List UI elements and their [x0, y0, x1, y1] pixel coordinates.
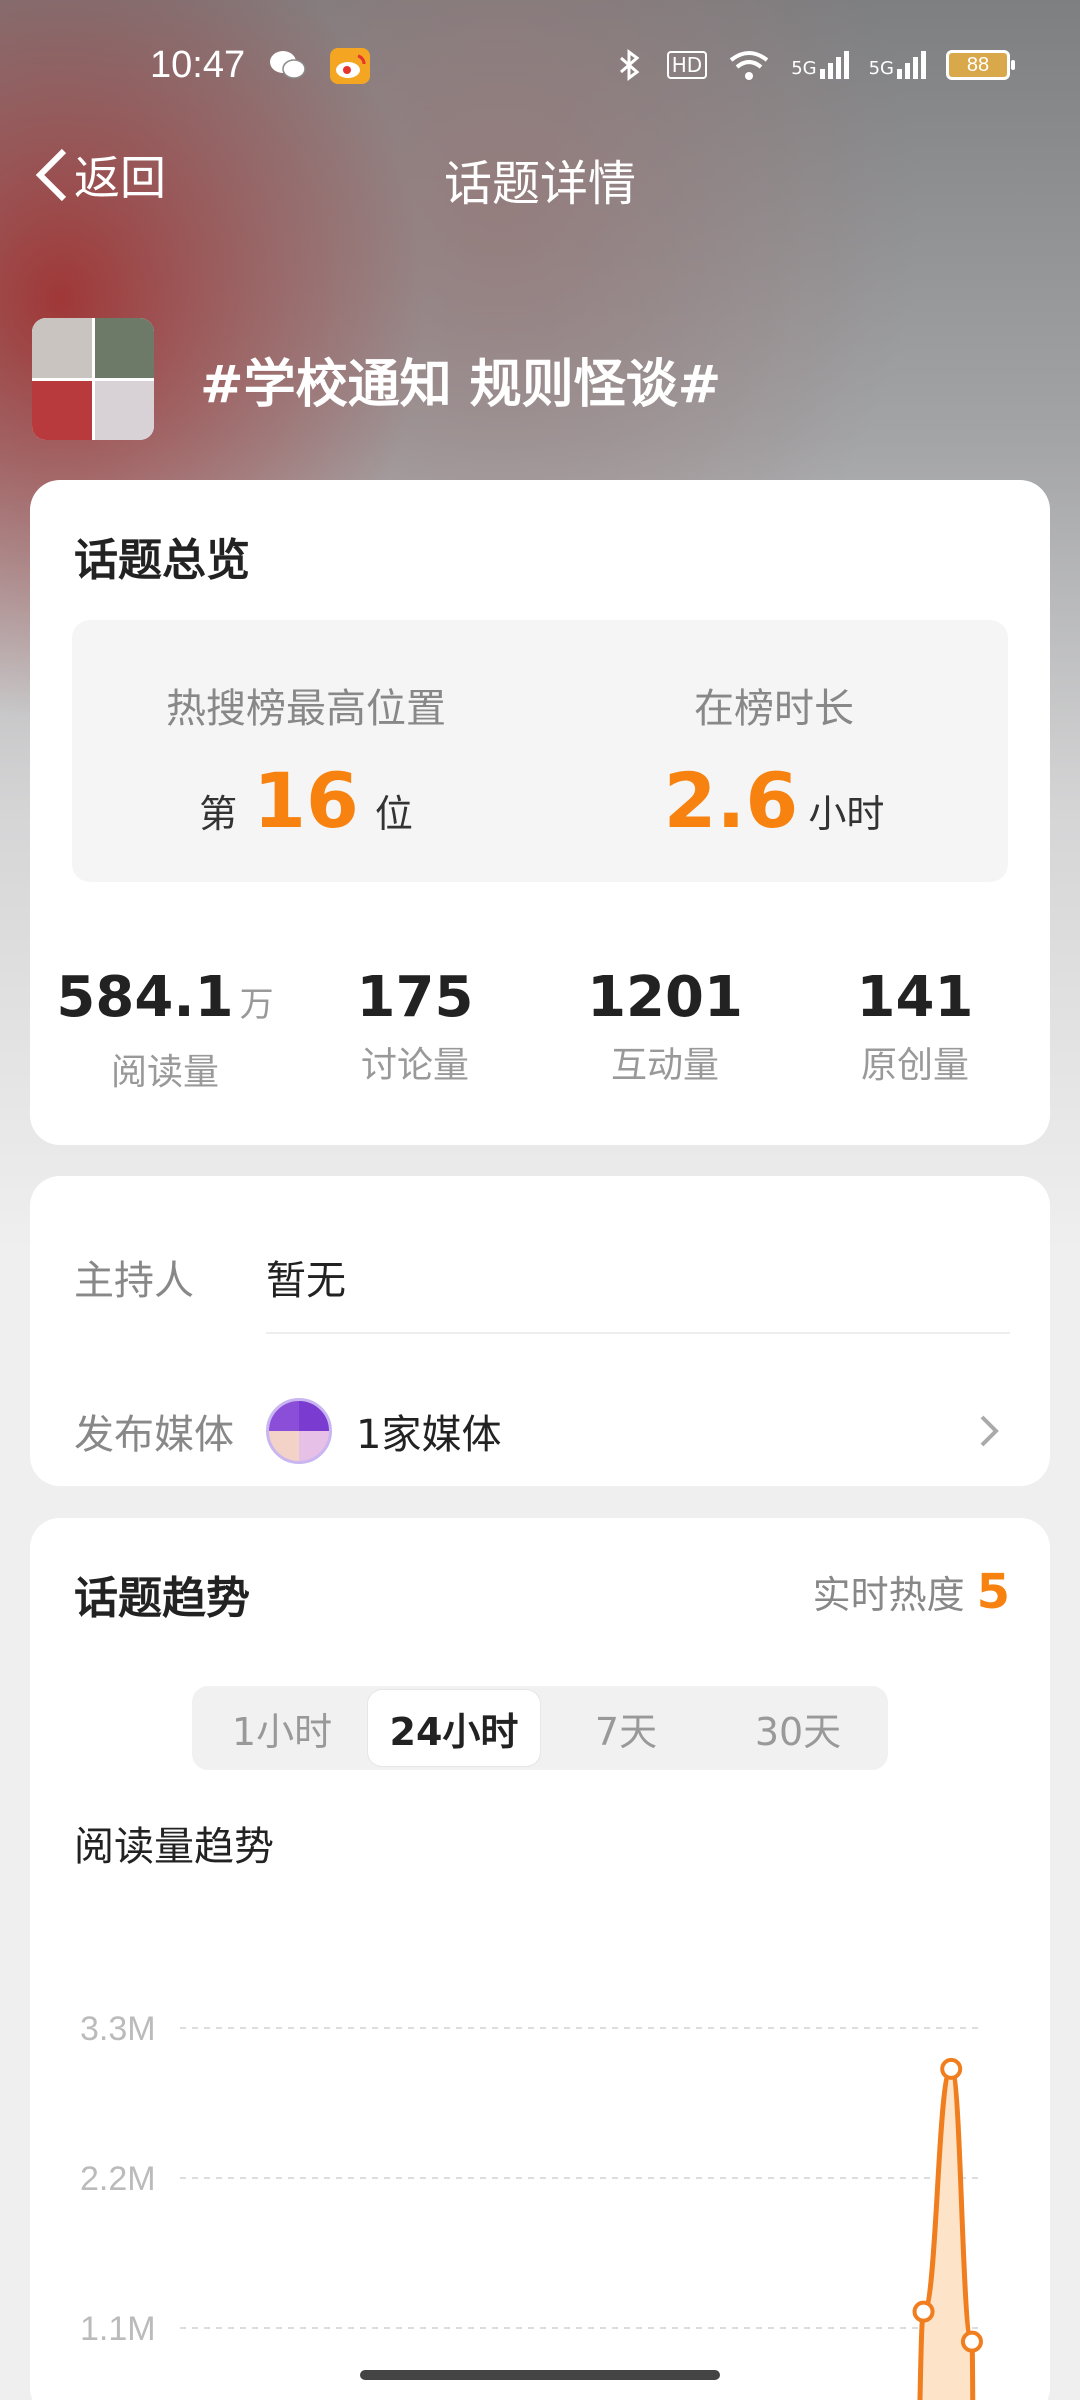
duration-column: 在榜时长 2.6 小时: [540, 620, 1008, 845]
overview-title: 话题总览: [74, 535, 250, 586]
y-tick-label: 3.3M: [80, 2010, 156, 2048]
home-indicator[interactable]: [360, 2370, 720, 2380]
trend-title: 话题趋势: [74, 1573, 250, 1624]
media-label: 发布媒体: [74, 1412, 234, 1458]
trend-card: 话题趋势 实时热度 5 1小时 24小时 7天 30天 阅读量趋势 3.3M 2.…: [30, 1518, 1050, 2400]
rank-column: 热搜榜最高位置 第 16 位: [72, 620, 540, 845]
rank-value: 16: [253, 756, 359, 845]
bluetooth-icon: [619, 49, 640, 81]
rank-label: 热搜榜最高位置: [166, 686, 446, 732]
rank-suffix: 位: [374, 792, 413, 836]
stat-value: 141: [856, 965, 974, 1030]
stat-label: 阅读量: [110, 1052, 219, 1093]
duration-unit: 小时: [808, 792, 885, 836]
data-point[interactable]: [912, 2300, 935, 2323]
wifi-icon: [729, 51, 769, 80]
status-time: 10:47: [150, 44, 246, 86]
time-range-tabs: 1小时 24小时 7天 30天: [192, 1686, 888, 1770]
stat-label: 原创量: [860, 1045, 969, 1086]
data-point[interactable]: [940, 2057, 963, 2080]
rank-prefix: 第: [199, 792, 238, 836]
heat-value: 5: [976, 1564, 1010, 1620]
stat-interaction: 1201 互动量: [540, 966, 790, 1095]
tab-1h[interactable]: 1小时: [196, 1690, 368, 1766]
divider: [266, 1332, 1010, 1334]
stat-label: 讨论量: [360, 1045, 469, 1086]
stat-original: 141 原创量: [790, 966, 1040, 1095]
ranking-box: 热搜榜最高位置 第 16 位 在榜时长 2.6 小时: [72, 620, 1008, 882]
y-tick-label: 2.2M: [80, 2160, 156, 2198]
overview-card: 话题总览 热搜榜最高位置 第 16 位 在榜时长 2.6 小时 584.1 万 阅…: [30, 480, 1050, 1145]
topic-title: #学校通知 规则怪谈#: [200, 354, 722, 415]
weibo-icon: [330, 48, 370, 84]
tab-7d[interactable]: 7天: [540, 1690, 712, 1766]
stat-read: 584.1 万 阅读量: [40, 966, 290, 1095]
y-tick-label: 1.1M: [80, 2310, 156, 2348]
stat-unit: 万: [239, 985, 274, 1025]
host-row: 主持人 暂无: [74, 1222, 1010, 1332]
stat-value: 584.1: [56, 965, 234, 1030]
status-bar: 10:47 HD 5G 5G 88: [0, 0, 1080, 136]
realtime-heat: 实时热度 5: [813, 1564, 1010, 1620]
media-avatar: [266, 1398, 332, 1464]
wechat-icon: [270, 51, 306, 79]
nav-bar: 返回 话题详情: [0, 130, 1080, 230]
heat-label: 实时热度: [812, 1573, 965, 1617]
tab-30d[interactable]: 30天: [712, 1690, 884, 1766]
stats-row: 584.1 万 阅读量 175 讨论量 1201 互动量 141 原创量: [30, 966, 1050, 1095]
media-row[interactable]: 发布媒体 1家媒体: [74, 1376, 1010, 1486]
host-value: 暂无: [266, 1258, 346, 1304]
host-label: 主持人: [74, 1258, 194, 1304]
chart-title: 阅读量趋势: [74, 1824, 274, 1870]
topic-thumbnail[interactable]: [32, 318, 154, 440]
duration-value: 2.6: [663, 756, 799, 845]
media-value: 1家媒体: [356, 1412, 502, 1458]
topic-header: #学校通知 规则怪谈#: [32, 318, 721, 440]
signal-1-icon: 5G: [791, 51, 849, 79]
battery-icon: 88: [946, 50, 1015, 80]
stat-value: 1201: [587, 965, 743, 1030]
tab-24h[interactable]: 24小时: [368, 1690, 540, 1766]
info-card: 主持人 暂无 发布媒体 1家媒体: [30, 1176, 1050, 1486]
stat-value: 175: [356, 965, 474, 1030]
stat-label: 互动量: [610, 1045, 719, 1086]
hd-badge: HD: [666, 51, 708, 79]
signal-2-icon: 5G: [869, 51, 926, 79]
read-trend-chart: 3.3M 2.2M 1.1M: [80, 2010, 983, 2400]
stat-discussion: 175 讨论量: [290, 966, 540, 1095]
data-point[interactable]: [960, 2330, 983, 2353]
chevron-right-icon: [980, 1415, 999, 1447]
duration-label: 在榜时长: [694, 686, 854, 732]
page-title: 话题详情: [443, 156, 636, 212]
